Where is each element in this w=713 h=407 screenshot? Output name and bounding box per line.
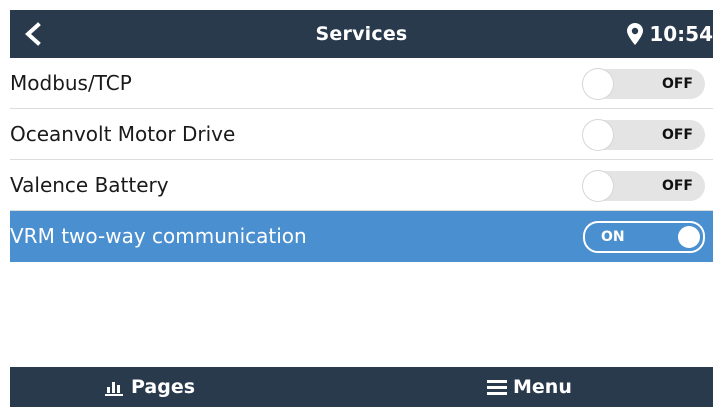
list-item-label: VRM two-way communication xyxy=(10,224,307,248)
list-item-label: Oceanvolt Motor Drive xyxy=(10,122,236,146)
services-screen: Services 10:54 Modbus/TCP OFF Oceanvolt … xyxy=(0,0,713,407)
list-item-valence-battery[interactable]: Valence Battery OFF xyxy=(10,160,713,211)
list-item-oceanvolt-motor-drive[interactable]: Oceanvolt Motor Drive OFF xyxy=(10,109,713,160)
toggle-switch[interactable]: ON xyxy=(583,221,705,253)
toggle-knob xyxy=(583,120,613,150)
toggle-knob xyxy=(678,226,700,248)
toggle-knob xyxy=(583,69,613,99)
toggle-switch[interactable]: OFF xyxy=(583,120,705,150)
toggle-state: ON xyxy=(601,229,625,245)
toggle-switch[interactable]: OFF xyxy=(583,171,705,201)
list-item-label: Valence Battery xyxy=(10,173,169,197)
bar-chart-icon xyxy=(105,382,123,396)
toggle-state: OFF xyxy=(661,178,693,194)
menu-label: Menu xyxy=(513,376,572,398)
page-title: Services xyxy=(315,23,408,45)
pages-button[interactable]: Pages xyxy=(105,367,195,407)
toggle-knob xyxy=(583,171,613,201)
hamburger-menu-icon xyxy=(487,380,507,395)
status-area: 10:54 xyxy=(627,10,713,58)
toggle-state: OFF xyxy=(661,127,693,143)
pages-label: Pages xyxy=(131,376,196,398)
footer-bar: Pages Menu xyxy=(10,367,713,407)
list-item-label: Modbus/TCP xyxy=(10,71,132,95)
map-pin-icon xyxy=(627,23,644,45)
list-item-vrm-two-way-communication[interactable]: VRM two-way communication ON xyxy=(10,211,713,262)
left-margin xyxy=(0,0,10,407)
services-list: Modbus/TCP OFF Oceanvolt Motor Drive OFF… xyxy=(10,58,713,262)
list-item-modbus-tcp[interactable]: Modbus/TCP OFF xyxy=(10,58,713,109)
toggle-switch[interactable]: OFF xyxy=(583,69,705,99)
toggle-state: OFF xyxy=(661,76,693,92)
menu-button[interactable]: Menu xyxy=(487,367,572,407)
header-bar: Services 10:54 xyxy=(10,10,713,58)
clock: 10:54 xyxy=(649,22,713,46)
